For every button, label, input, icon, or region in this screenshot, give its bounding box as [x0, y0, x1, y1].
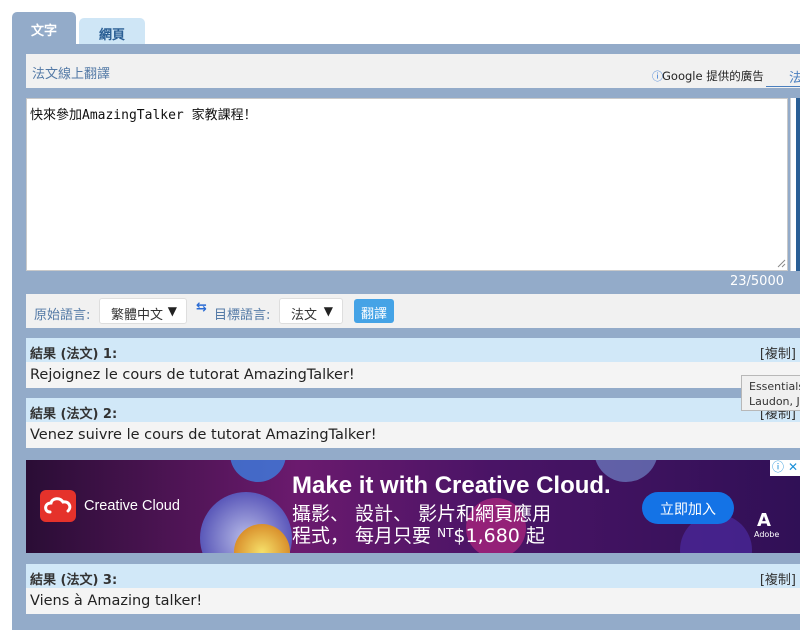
- char-counter: 23/5000: [729, 274, 784, 289]
- chevron-down-icon: ▼: [323, 304, 333, 318]
- adobe-logo-icon: A Adobe: [754, 510, 780, 544]
- copy-button[interactable]: [複制]: [760, 569, 796, 588]
- banner-subline-2: 程式， 每月只要 NT$1,680 起: [292, 521, 545, 548]
- result-text: Rejoignez le cours de tutorat AmazingTal…: [30, 367, 355, 383]
- copy-button[interactable]: [複制]: [760, 343, 796, 362]
- tab-webpage[interactable]: 網頁: [79, 18, 145, 44]
- source-text-input[interactable]: 快來參加AmazingTalker 家教課程！: [26, 98, 788, 271]
- target-language-value: 法文: [291, 308, 318, 323]
- result-title: 結果 (法文) 1:: [30, 347, 118, 362]
- brand-name: Creative Cloud: [84, 498, 180, 514]
- resize-handle-icon[interactable]: [776, 258, 786, 268]
- source-language-value: 繁體中文: [111, 308, 164, 323]
- result-text: Viens à Amazing talker!: [30, 593, 203, 609]
- result-header-2: 結果 (法文) 2: [複制]: [26, 398, 800, 422]
- source-language-label: 原始語言:: [34, 308, 91, 323]
- ad-info-icon[interactable]: ⓘ: [652, 68, 663, 84]
- target-language-label: 目標語言:: [214, 308, 271, 323]
- chevron-down-icon: ▼: [167, 304, 177, 318]
- tab-text[interactable]: 文字: [12, 12, 76, 44]
- banner-headline: Make it with Creative Cloud.: [292, 472, 611, 499]
- swap-languages-icon[interactable]: ⇆: [196, 300, 207, 315]
- result-header-1: 結果 (法文) 1: [複制]: [26, 338, 800, 362]
- scrollbar[interactable]: [790, 98, 800, 271]
- result-header-3: 結果 (法文) 3: [複制]: [26, 564, 800, 588]
- creative-cloud-logo-icon: [40, 490, 76, 522]
- ad-banner[interactable]: Creative Cloud Make it with Creative Clo…: [26, 460, 800, 553]
- tab-bar: 文字 網頁: [12, 12, 212, 44]
- result-title: 結果 (法文) 3:: [30, 573, 118, 588]
- adobe-word: Adobe: [754, 530, 780, 539]
- adobe-mark: A: [757, 510, 771, 531]
- tooltip-line-2: Laudon, J: [749, 395, 800, 408]
- result-text: Venez suivre le cours de tutorat Amazing…: [30, 427, 377, 443]
- panel-header: 法文線上翻譯 ⓘGoogle 提供的廣告 法: [26, 54, 800, 88]
- ad-controls: ⓘ ✕: [770, 460, 800, 476]
- result-body-1: Rejoignez le cours de tutorat AmazingTal…: [26, 362, 800, 388]
- close-icon[interactable]: ✕: [788, 460, 798, 475]
- ad-link[interactable]: 法: [766, 67, 800, 87]
- target-language-select[interactable]: 法文 ▼: [279, 298, 343, 324]
- result-title: 結果 (法文) 2:: [30, 407, 118, 422]
- price-label: $1,680 起: [453, 525, 545, 547]
- tooltip: Essentials Laudon, J: [741, 375, 800, 411]
- scrollbar-thumb[interactable]: [796, 98, 800, 271]
- currency-label: NT: [437, 526, 454, 540]
- banner-subline-prefix: 程式， 每月只要: [292, 525, 438, 547]
- ad-info-icon[interactable]: ⓘ: [772, 460, 784, 475]
- translator-panel: 法文線上翻譯 ⓘGoogle 提供的廣告 法 快來參加AmazingTalker…: [12, 44, 800, 630]
- result-body-3: Viens à Amazing talker!: [26, 588, 800, 614]
- ad-label-text: Google 提供的廣告: [662, 69, 764, 83]
- join-now-button[interactable]: 立即加入: [642, 492, 734, 524]
- page-title: 法文線上翻譯: [32, 67, 111, 82]
- source-language-select[interactable]: 繁體中文 ▼: [99, 298, 187, 324]
- result-body-2: Venez suivre le cours de tutorat Amazing…: [26, 422, 800, 448]
- tooltip-line-1: Essentials: [749, 380, 800, 393]
- translate-button[interactable]: 翻譯: [354, 299, 394, 323]
- language-row: 原始語言: 繁體中文 ▼ ⇆ 目標語言: 法文 ▼ 翻譯: [26, 294, 800, 328]
- ad-choices[interactable]: ⓘGoogle 提供的廣告: [652, 68, 764, 84]
